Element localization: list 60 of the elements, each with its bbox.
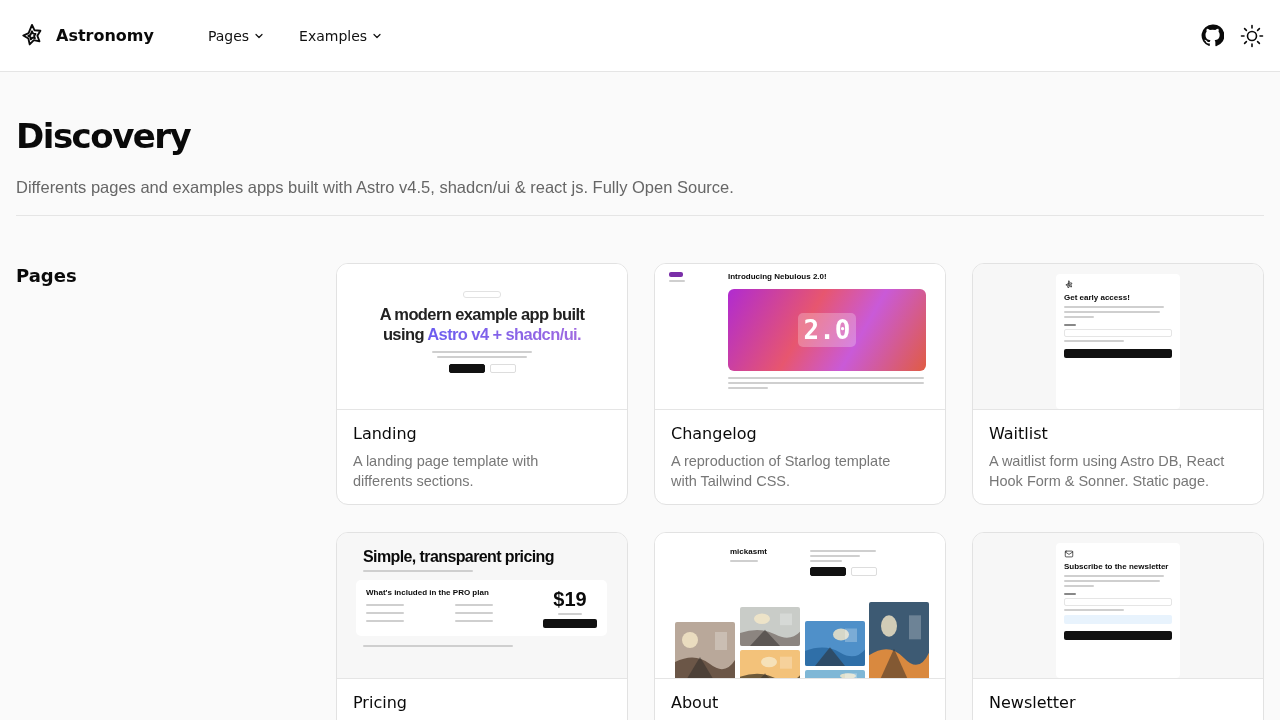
blurred-text-line <box>558 613 582 615</box>
card-description: A landing page template with differents sections. <box>353 452 540 491</box>
blurred-text-line <box>366 612 404 614</box>
page-card[interactable]: Simple, transparent pricing What's included in the PRO plan $19 Pricing <box>336 532 628 720</box>
blurred-text-line <box>454 620 493 622</box>
card-title: About <box>671 693 720 713</box>
blurred-text-line <box>366 620 404 622</box>
page-card[interactable]: Introducing Nebulous 2.0! 2.0 Changelog A reproduction of Starlog template with Tailwind CSS. <box>654 263 946 505</box>
mail-icon <box>1064 549 1074 559</box>
blurred-text-line <box>1064 585 1094 587</box>
nav-menu-button[interactable]: Examples <box>295 23 388 48</box>
section-heading: Pages <box>16 265 78 288</box>
blurred-text-line <box>809 560 842 562</box>
page-card[interactable]: Get early access! Waitlist A waitlist form using Astro DB, React Hook Form & Sonner. Static page. <box>972 263 1264 505</box>
card-description: A reproduction of Starlog template with Tailwind CSS. <box>671 452 892 491</box>
page-card[interactable]: Subscribe to the newsletter Newsletter <box>972 532 1264 720</box>
blurred-text-line <box>1064 609 1124 611</box>
card-title: Pricing <box>353 693 408 713</box>
logo-icon <box>1064 280 1074 290</box>
page-title: Discovery <box>16 115 192 158</box>
blurred-text-line <box>809 555 860 557</box>
announcement-badge <box>463 291 501 298</box>
blurred-text-line <box>454 604 493 606</box>
card-title: Waitlist <box>989 424 1049 444</box>
form-title: Subscribe to the newsletter <box>1064 562 1169 572</box>
page-card[interactable]: mickasmt About <box>654 532 946 720</box>
card-description: A waitlist form using Astro DB, React Hook Form & Sonner. Static page. <box>989 452 1226 491</box>
card-title: Landing <box>353 424 418 444</box>
blurred-text-line <box>669 280 685 282</box>
blurred-text-line <box>728 387 768 389</box>
blurred-text-line <box>454 612 493 614</box>
blurred-text-line <box>809 550 876 552</box>
profile-name: mickasmt <box>730 547 767 557</box>
brand-name[interactable]: Astronomy <box>56 26 154 45</box>
plan-title: What's included in the PRO plan <box>366 588 490 598</box>
preview-button <box>448 364 485 373</box>
preview-headline: A modern example app built using Astro v4 + shadcn/ui. <box>378 304 586 344</box>
banner-version: 2.0 <box>797 313 857 347</box>
price: $19 <box>553 588 587 610</box>
preview-button <box>809 567 846 576</box>
card-title: Changelog <box>671 424 758 444</box>
preview-button <box>489 364 516 373</box>
blurred-text-line <box>1064 324 1076 326</box>
blurred-text-line <box>1064 316 1094 318</box>
page-card[interactable]: A modern example app built using Astro v4 + shadcn/ui. Landing A landing page template with differents sections. <box>336 263 628 505</box>
github-icon[interactable] <box>1201 24 1224 47</box>
get-started-button <box>543 619 597 628</box>
card-title: Newsletter <box>989 693 1077 713</box>
page-subtitle: Differents pages and examples apps built with Astro v4.5, shadcn/ui & react js. Fully Open Source. <box>16 177 735 198</box>
sun-icon[interactable] <box>1240 23 1264 48</box>
nav-menu-button[interactable]: Pages <box>203 23 270 48</box>
blurred-text-line <box>1064 593 1076 595</box>
form-title: Get early access! <box>1064 293 1130 303</box>
version-badge <box>669 272 683 277</box>
blurred-text-line <box>730 560 758 562</box>
post-title: Introducing Nebulous 2.0! <box>728 272 828 282</box>
preview-button <box>850 567 877 576</box>
pricing-title: Simple, transparent pricing <box>363 547 555 567</box>
blurred-text-line <box>366 604 404 606</box>
blurred-text-line <box>1064 340 1124 342</box>
